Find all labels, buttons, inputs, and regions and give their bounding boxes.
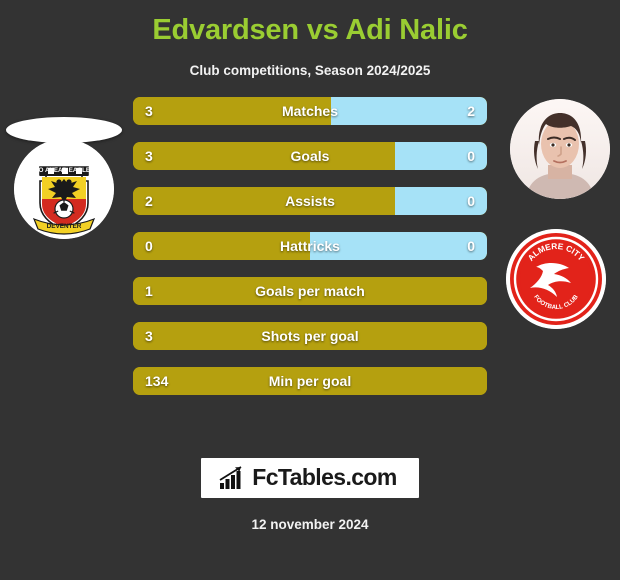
stat-value-right: 2 [467,103,475,119]
stat-bar-row: 134 Min per goal [133,367,487,395]
bar-chart-growth-icon [219,465,242,489]
stat-value-right: 0 [467,148,475,164]
player-portrait-icon [510,99,610,199]
stat-bar-row: 3 Goals 0 [133,142,487,170]
stat-bar-row: 3 Shots per goal [133,322,487,350]
left-player-column: GO AHEAD EAGLES DEVENTER [0,97,130,397]
stat-label: Goals per match [255,283,365,299]
stat-label: Assists [285,193,335,209]
right-player-photo [510,99,610,199]
left-club-crest: GO AHEAD EAGLES DEVENTER [14,139,114,239]
right-player-column: ALMERE CITY FOOTBALL CLUB [490,97,620,397]
stat-bar-row: 1 Goals per match [133,277,487,305]
stat-label: Hattricks [280,238,340,254]
fctables-logo-text: FcTables.com [252,464,397,490]
stat-value-right: 0 [467,193,475,209]
stat-label: Goals [290,148,330,164]
page-subtitle: Club competitions, Season 2024/2025 [189,63,431,78]
stat-label: Min per goal [268,373,352,389]
fctables-logo[interactable]: FcTables.com [201,458,419,498]
stat-bar-list: 3 Matches 2 3 Goals 0 2 Assists 0 0 Hattricks 0 1 Goa… [133,97,487,395]
footer: FcTables.com 12 november 2024 [0,458,620,532]
stat-bar-row: 2 Assists 0 [133,187,487,215]
left-crest-club-text: GO AHEAD EAGLES [34,167,94,174]
left-crest-city-text: DEVENTER [47,223,82,230]
page-title: Edvardsen vs Adi Nalic [152,14,468,46]
stat-bar-row: 3 Matches 2 [133,97,487,125]
footer-date: 12 november 2024 [251,517,369,532]
almere-city-crest-icon: ALMERE CITY FOOTBALL CLUB [506,229,606,329]
right-club-crest: ALMERE CITY FOOTBALL CLUB [506,229,606,329]
stat-label: Matches [281,103,339,119]
stat-label: Shots per goal [261,328,359,344]
go-ahead-eagles-crest-icon: GO AHEAD EAGLES DEVENTER [14,139,114,239]
stat-bar-row: 0 Hattricks 0 [133,232,487,260]
comparison-area: GO AHEAD EAGLES DEVENTER ALMERE CITY FOO… [0,97,620,397]
stat-value-right: 0 [467,238,475,254]
header: Edvardsen vs Adi Nalic Club competitions… [0,0,620,79]
